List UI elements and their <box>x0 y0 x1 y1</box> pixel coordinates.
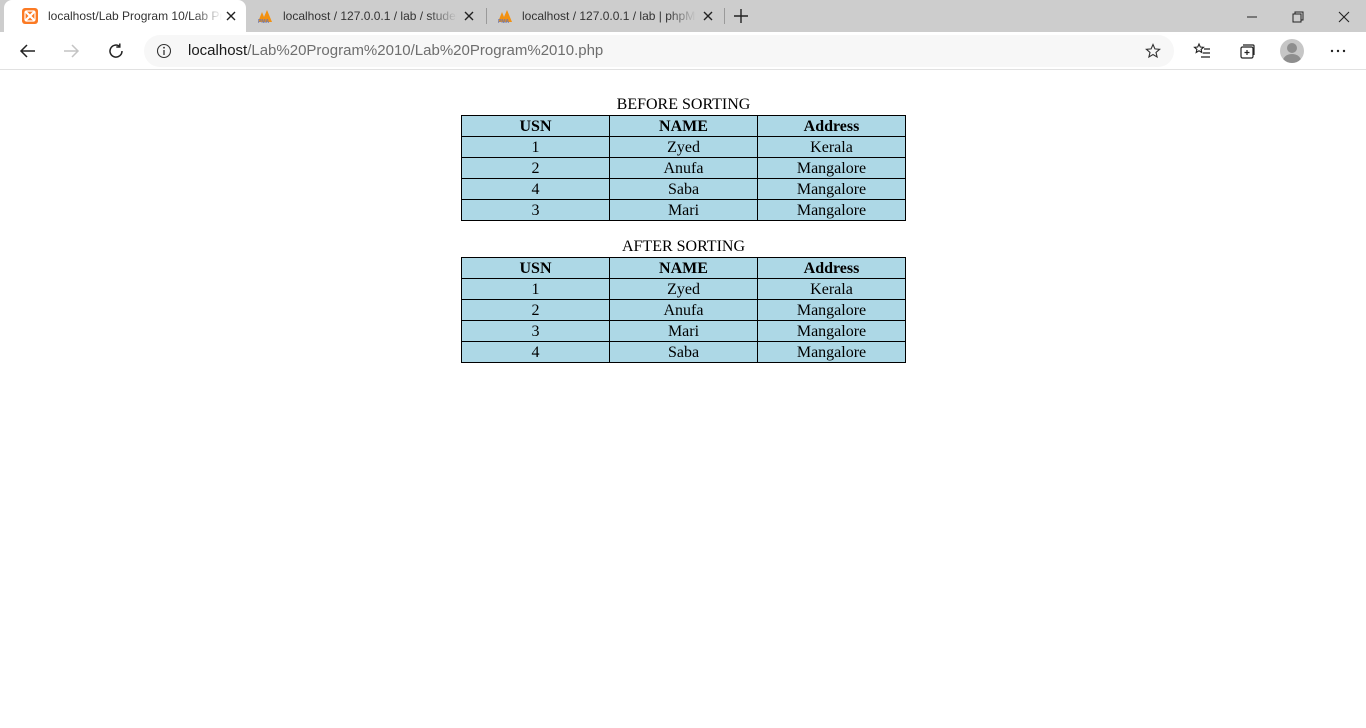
table-row: 4 Saba Mangalore <box>461 178 906 200</box>
after-sorting-table: USN NAME Address 1 Zyed Kerala 2 Anufa M… <box>461 257 906 363</box>
cell-address: Mangalore <box>757 299 906 321</box>
close-window-button[interactable] <box>1320 0 1366 32</box>
tab-title: localhost / 127.0.0.1 / lab | phpMyAdmin <box>522 9 696 23</box>
avatar-head-shape <box>1287 43 1297 53</box>
cell-address: Mangalore <box>757 320 906 342</box>
table-row: 1 Zyed Kerala <box>461 278 906 300</box>
column-header-usn: USN <box>461 115 610 137</box>
cell-usn: 4 <box>461 341 610 363</box>
tab-phpmyadmin-lab[interactable]: PMA localhost / 127.0.0.1 / lab | phpMyA… <box>487 0 724 32</box>
cell-name: Zyed <box>609 278 758 300</box>
profile-avatar[interactable] <box>1280 39 1304 63</box>
collections-button[interactable] <box>1233 37 1261 65</box>
table-row: 1 Zyed Kerala <box>461 136 906 158</box>
address-bar[interactable]: localhost/Lab%20Program%2010/Lab%20Progr… <box>144 35 1174 67</box>
column-header-name: NAME <box>609 257 758 279</box>
tab-lab-program[interactable]: localhost/Lab Program 10/Lab Program 10.… <box>4 0 246 32</box>
before-sorting-caption: BEFORE SORTING <box>616 96 751 113</box>
xampp-icon <box>22 8 38 24</box>
new-tab-plus-icon[interactable] <box>731 6 751 26</box>
cell-name: Zyed <box>609 136 758 158</box>
url-host: localhost <box>188 42 248 59</box>
cell-name: Mari <box>609 320 758 342</box>
table-header-row: USN NAME Address <box>461 257 906 279</box>
restore-button[interactable] <box>1274 0 1320 32</box>
column-header-name: NAME <box>609 115 758 137</box>
phpmyadmin-icon: PMA <box>256 8 272 25</box>
cell-name: Anufa <box>609 299 758 321</box>
cell-usn: 1 <box>461 278 610 300</box>
cell-usn: 2 <box>461 157 610 179</box>
cell-usn: 3 <box>461 199 610 221</box>
phpmyadmin-icon: PMA <box>496 8 512 25</box>
svg-text:PMA: PMA <box>498 19 510 24</box>
cell-address: Mangalore <box>757 157 906 179</box>
cell-address: Mangalore <box>757 178 906 200</box>
tab-phpmyadmin-student[interactable]: PMA localhost / 127.0.0.1 / lab / studen… <box>246 0 486 32</box>
cell-name: Mari <box>609 199 758 221</box>
cell-address: Kerala <box>757 136 906 158</box>
tab-separator <box>724 8 725 24</box>
column-header-usn: USN <box>461 257 610 279</box>
cell-usn: 2 <box>461 299 610 321</box>
page-content: BEFORE SORTING USN NAME Address 1 Zyed K… <box>0 71 1366 728</box>
cell-name: Anufa <box>609 157 758 179</box>
table-header-row: USN NAME Address <box>461 115 906 137</box>
back-button[interactable] <box>14 37 42 65</box>
cell-usn: 3 <box>461 320 610 342</box>
minimize-button[interactable] <box>1228 0 1274 32</box>
svg-text:PMA: PMA <box>258 19 270 24</box>
favorites-button[interactable] <box>1188 37 1216 65</box>
after-sorting-caption: AFTER SORTING <box>621 238 746 255</box>
table-row: 3 Mari Mangalore <box>461 199 906 221</box>
cell-usn: 4 <box>461 178 610 200</box>
column-header-address: Address <box>757 115 906 137</box>
close-tab-icon[interactable] <box>462 9 476 23</box>
url-path: /Lab%20Program%2010/Lab%20Program%2010.p… <box>247 42 604 59</box>
table-row: 3 Mari Mangalore <box>461 320 906 342</box>
table-row: 4 Saba Mangalore <box>461 341 906 363</box>
avatar-body-shape <box>1283 54 1301 63</box>
cell-address: Kerala <box>757 278 906 300</box>
cell-address: Mangalore <box>757 199 906 221</box>
column-header-address: Address <box>757 257 906 279</box>
table-row: 2 Anufa Mangalore <box>461 157 906 179</box>
close-tab-icon[interactable] <box>701 9 715 23</box>
refresh-button[interactable] <box>102 37 130 65</box>
tab-title: localhost / 127.0.0.1 / lab / student | … <box>283 9 457 23</box>
tab-title: localhost/Lab Program 10/Lab Program 10.… <box>48 9 222 23</box>
close-tab-icon[interactable] <box>224 9 238 23</box>
cell-name: Saba <box>609 341 758 363</box>
after-sorting-section: AFTER SORTING USN NAME Address 1 Zyed Ke… <box>461 237 906 363</box>
before-sorting-section: BEFORE SORTING USN NAME Address 1 Zyed K… <box>461 95 906 221</box>
forward-button[interactable] <box>57 37 85 65</box>
before-sorting-table: USN NAME Address 1 Zyed Kerala 2 Anufa M… <box>461 115 906 221</box>
cell-name: Saba <box>609 178 758 200</box>
url-text[interactable]: localhost/Lab%20Program%2010/Lab%20Progr… <box>188 43 603 59</box>
cell-address: Mangalore <box>757 341 906 363</box>
cell-usn: 1 <box>461 136 610 158</box>
more-menu-button[interactable] <box>1324 37 1352 65</box>
info-icon[interactable] <box>156 43 172 59</box>
table-row: 2 Anufa Mangalore <box>461 299 906 321</box>
tab-strip: localhost/Lab Program 10/Lab Program 10.… <box>0 0 1366 32</box>
favorite-star-icon[interactable] <box>1145 43 1161 59</box>
browser-toolbar: localhost/Lab%20Program%2010/Lab%20Progr… <box>0 32 1366 70</box>
